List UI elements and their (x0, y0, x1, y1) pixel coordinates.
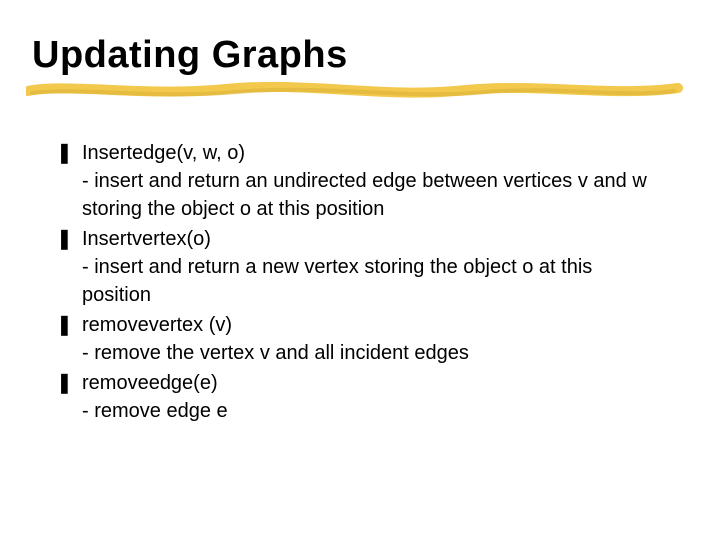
brush-stroke-icon (26, 77, 686, 103)
list-item: ❚ Insertedge(v, w, o) - insert and retur… (56, 139, 660, 223)
list-item-body: removevertex (v) - remove the vertex v a… (82, 311, 660, 367)
content-list: ❚ Insertedge(v, w, o) - insert and retur… (0, 99, 720, 425)
list-item-body: Insertedge(v, w, o) - insert and return … (82, 139, 660, 223)
item-desc: - remove edge e (82, 397, 660, 425)
bullet-icon: ❚ (56, 311, 82, 339)
item-desc: - insert and return a new vertex storing… (82, 253, 660, 309)
item-desc: - remove the vertex v and all incident e… (82, 339, 660, 367)
list-item: ❚ Insertvertex(o) - insert and return a … (56, 225, 660, 309)
list-item-body: Insertvertex(o) - insert and return a ne… (82, 225, 660, 309)
list-item: ❚ removeedge(e) - remove edge e (56, 369, 660, 425)
slide-title: Updating Graphs (32, 34, 720, 77)
item-term: Insertedge(v, w, o) (82, 139, 660, 167)
list-item-body: removeedge(e) - remove edge e (82, 369, 660, 425)
list-item: ❚ removevertex (v) - remove the vertex v… (56, 311, 660, 367)
item-term: Insertvertex(o) (82, 225, 660, 253)
title-block: Updating Graphs (0, 0, 720, 99)
item-term: removevertex (v) (82, 311, 660, 339)
item-desc: - insert and return an undirected edge b… (82, 167, 660, 223)
item-term: removeedge(e) (82, 369, 660, 397)
bullet-icon: ❚ (56, 369, 82, 397)
bullet-icon: ❚ (56, 139, 82, 167)
title-underline (32, 81, 672, 99)
bullet-icon: ❚ (56, 225, 82, 253)
